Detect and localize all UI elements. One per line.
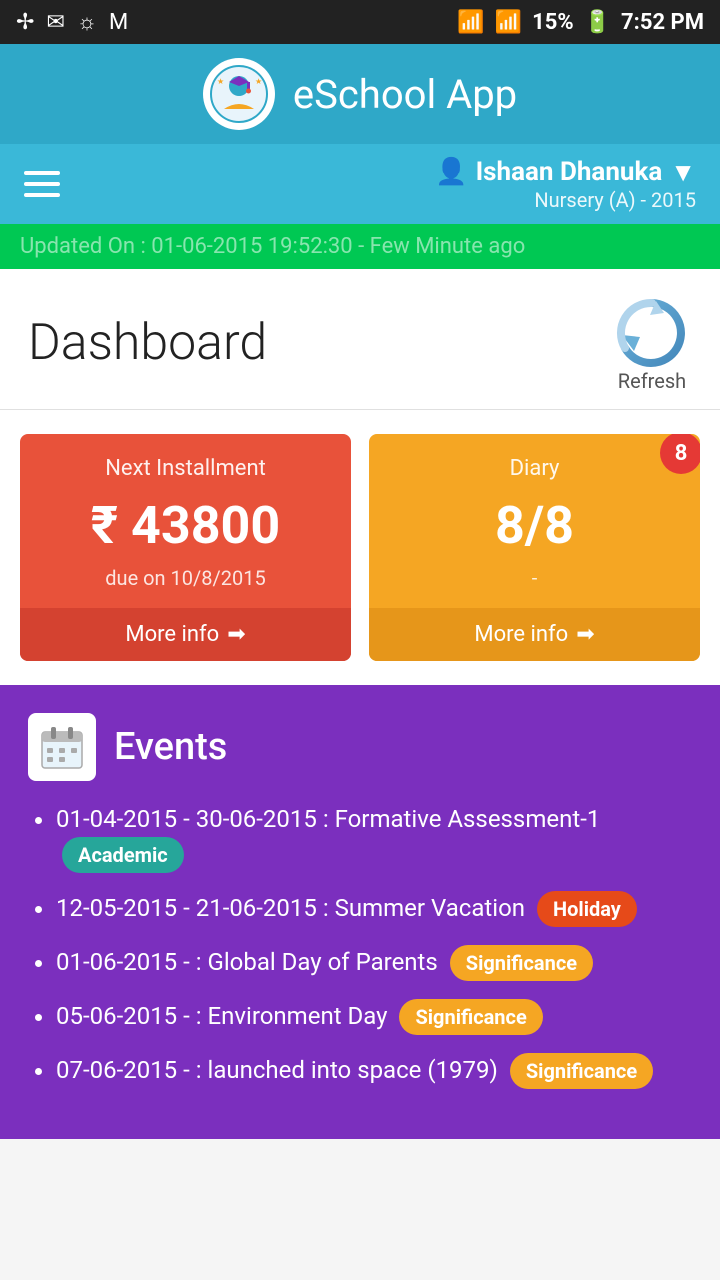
update-label: Updated On : (20, 234, 146, 259)
signal-icon: 📶 (495, 10, 522, 35)
user-name-text: Ishaan Dhanuka (476, 157, 663, 187)
events-calendar-icon (28, 713, 96, 781)
installment-amount: ₹ 43800 (91, 495, 280, 556)
event-tag-3: Significance (399, 999, 542, 1035)
diary-card: 8 Diary 8/8 - More info ➡ (369, 434, 700, 661)
user-bar: 👤 Ishaan Dhanuka ▼ Nursery (A) - 2015 (0, 144, 720, 224)
svg-text:★: ★ (217, 77, 224, 86)
events-title: Events (114, 725, 227, 769)
refresh-icon (612, 293, 692, 373)
diary-more-info[interactable]: More info ➡ (369, 608, 700, 661)
update-banner: Updated On : 01-06-2015 19:52:30 - Few M… (0, 224, 720, 269)
cards-row: Next Installment ₹ 43800 due on 10/8/201… (0, 410, 720, 685)
event-text-3: 05-06-2015 - : Environment Day (56, 1002, 388, 1030)
installment-title: Next Installment (105, 456, 266, 481)
diary-card-body: Diary 8/8 - (369, 434, 700, 608)
app-header: ★ ★ eSchool App (0, 44, 720, 144)
event-tag-2: Significance (450, 945, 593, 981)
event-text-1: 12-05-2015 - 21-06-2015 : Summer Vacatio… (56, 894, 525, 922)
email-icon: ✉ (46, 10, 64, 35)
user-person-icon: 👤 (435, 157, 467, 187)
list-item: 12-05-2015 - 21-06-2015 : Summer Vacatio… (56, 891, 692, 927)
battery-icon: 🔋 (584, 10, 611, 35)
event-tag-1: Holiday (537, 891, 637, 927)
user-class-text: Nursery (A) - 2015 (435, 188, 696, 212)
refresh-button[interactable]: Refresh (612, 293, 692, 393)
list-item: 01-04-2015 - 30-06-2015 : Formative Asse… (56, 803, 692, 873)
diary-sub: - (532, 566, 538, 590)
event-text-4: 07-06-2015 - : launched into space (1979… (56, 1056, 498, 1084)
update-value: 01-06-2015 19:52:30 - Few Minute ago (151, 234, 525, 259)
events-header: Events (28, 713, 692, 781)
hamburger-menu[interactable] (24, 171, 60, 197)
dashboard-header: Dashboard Refresh (0, 269, 720, 410)
dropdown-arrow-icon: ▼ (670, 157, 696, 188)
events-list: 01-04-2015 - 30-06-2015 : Formative Asse… (28, 803, 692, 1089)
usb-icon: ✢ (16, 10, 34, 35)
dashboard-title: Dashboard (28, 314, 267, 372)
diary-arrow-icon: ➡ (576, 622, 594, 647)
event-text-0: 01-04-2015 - 30-06-2015 : Formative Asse… (56, 805, 600, 833)
installment-arrow-icon: ➡ (227, 622, 245, 647)
diary-value: 8/8 (495, 495, 574, 556)
status-bar: ✢ ✉ ☼ M 📶 📶 15% 🔋 7:52 PM (0, 0, 720, 44)
installment-more-info[interactable]: More info ➡ (20, 608, 351, 661)
status-right-icons: 📶 📶 15% 🔋 7:52 PM (457, 10, 704, 35)
battery-label: 15% (532, 10, 574, 35)
installment-more-info-label: More info (125, 622, 219, 647)
diary-more-info-label: More info (474, 622, 568, 647)
installment-card: Next Installment ₹ 43800 due on 10/8/201… (20, 434, 351, 661)
list-item: 07-06-2015 - : launched into space (1979… (56, 1053, 692, 1089)
user-info: 👤 Ishaan Dhanuka ▼ Nursery (A) - 2015 (435, 157, 696, 212)
diary-badge: 8 (660, 434, 700, 474)
list-item: 05-06-2015 - : Environment Day Significa… (56, 999, 692, 1035)
event-tag-4: Significance (510, 1053, 653, 1089)
status-time: 7:52 PM (621, 10, 704, 35)
app-title: eSchool App (293, 71, 517, 118)
image-icon: ☼ (77, 9, 97, 35)
gmail-icon: M (109, 10, 128, 35)
event-tag-0: Academic (62, 837, 184, 873)
wifi-icon: 📶 (457, 10, 484, 35)
app-logo: ★ ★ (203, 58, 275, 130)
installment-due: due on 10/8/2015 (105, 566, 265, 590)
status-left-icons: ✢ ✉ ☼ M (16, 9, 128, 35)
events-section: Events 01-04-2015 - 30-06-2015 : Formati… (0, 685, 720, 1139)
svg-text:★: ★ (255, 77, 262, 86)
user-name-row[interactable]: 👤 Ishaan Dhanuka ▼ (435, 157, 696, 188)
refresh-label: Refresh (618, 369, 686, 393)
event-text-2: 01-06-2015 - : Global Day of Parents (56, 948, 438, 976)
list-item: 01-06-2015 - : Global Day of Parents Sig… (56, 945, 692, 981)
installment-card-body: Next Installment ₹ 43800 due on 10/8/201… (20, 434, 351, 608)
diary-title: Diary (510, 456, 560, 481)
